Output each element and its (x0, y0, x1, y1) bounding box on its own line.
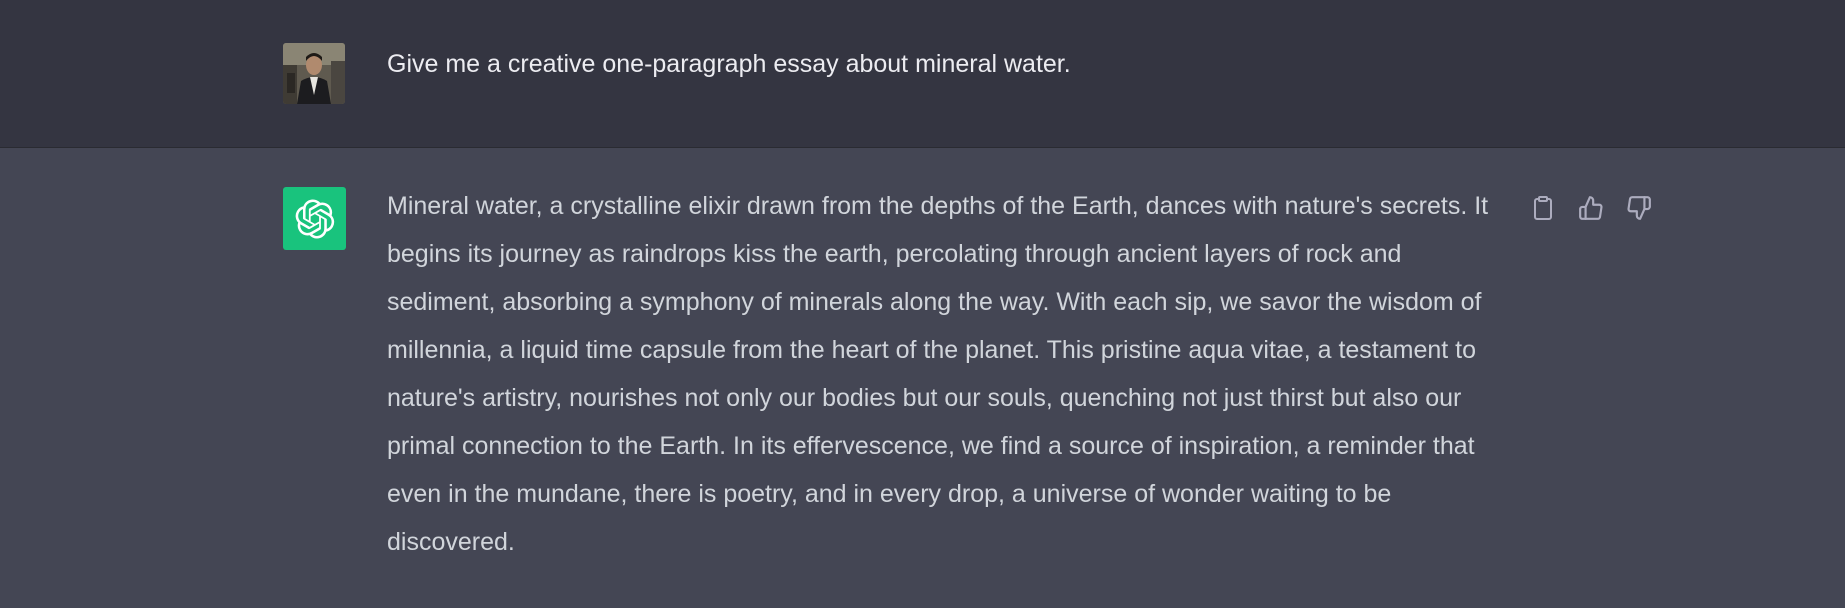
message-actions (1527, 192, 1655, 224)
thumbs-up-icon (1578, 195, 1604, 221)
user-message-row: Give me a creative one-paragraph essay a… (0, 0, 1845, 148)
user-avatar (283, 43, 345, 104)
chatgpt-logo-icon (283, 187, 346, 250)
thumbs-down-button[interactable] (1623, 192, 1655, 224)
copy-button[interactable] (1527, 192, 1559, 224)
assistant-message-row: Mineral water, a crystalline elixir draw… (0, 148, 1845, 608)
thumbs-up-button[interactable] (1575, 192, 1607, 224)
assistant-message-text: Mineral water, a crystalline elixir draw… (387, 192, 1489, 556)
user-message-text: Give me a creative one-paragraph essay a… (387, 50, 1071, 78)
thumbs-down-icon (1626, 195, 1652, 221)
clipboard-icon (1531, 195, 1555, 221)
